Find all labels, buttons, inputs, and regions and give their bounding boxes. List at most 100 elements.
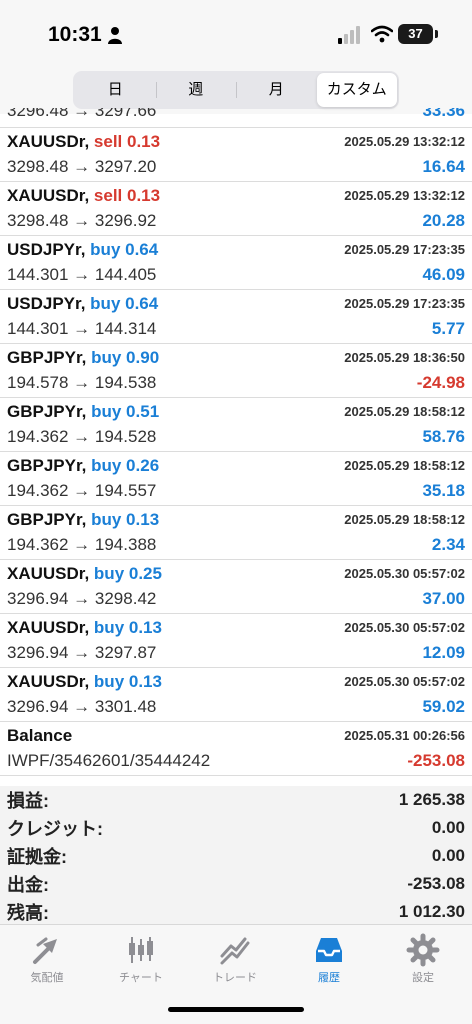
trade-row[interactable]: GBPJPYr, buy 0.51 2025.05.29 18:58:12 194.… <box>0 398 472 452</box>
trade-profit: 58.76 <box>422 427 465 446</box>
segment-custom[interactable]: カスタム <box>316 73 397 107</box>
trade-prices: IWPF/35462601/35444242 <box>7 751 211 770</box>
trade-row[interactable]: XAUUSDr, buy 0.25 2025.05.30 05:57:02 3296… <box>0 560 472 614</box>
tab-label: チャート <box>119 972 163 984</box>
trade-symbol: GBPJPYr, buy 0.13 <box>7 510 159 530</box>
trade-time: 2025.05.29 17:23:35 <box>344 296 465 311</box>
trade-row[interactable]: USDJPYr, buy 0.64 2025.05.29 17:23:35 144.… <box>0 290 472 344</box>
trade-row[interactable]: GBPJPYr, buy 0.13 2025.05.29 18:58:12 194.… <box>0 506 472 560</box>
trade-side-volume: buy 0.64 <box>90 240 159 259</box>
quotes-icon <box>33 937 57 964</box>
trade-side-volume: buy 0.64 <box>90 294 159 313</box>
tab-label: 履歴 <box>318 972 340 984</box>
trade-row[interactable]: GBPJPYr, buy 0.90 2025.05.29 18:36:50 194.… <box>0 344 472 398</box>
trade-profit: 20.28 <box>422 211 465 230</box>
trade-time: 2025.05.30 05:57:02 <box>344 674 465 689</box>
summary-value: 1 012.30 <box>398 902 465 921</box>
trade-symbol: USDJPYr, buy 0.64 <box>7 240 158 260</box>
symbol-name: XAUUSDr, <box>7 618 90 637</box>
trade-time: 2025.05.31 00:26:56 <box>344 728 465 743</box>
trade-row[interactable]: GBPJPYr, buy 0.26 2025.05.29 18:58:12 194.… <box>0 452 472 506</box>
trade-row[interactable]: XAUUSDr, buy 0.13 2025.05.30 05:57:02 3296… <box>0 614 472 668</box>
trade-symbol: USDJPYr, buy 0.64 <box>7 294 158 314</box>
symbol-name: USDJPYr, <box>7 240 86 259</box>
trade-symbol: XAUUSDr, sell 0.13 <box>7 132 160 152</box>
trade-side-volume: sell 0.13 <box>93 186 161 205</box>
summary-row: 損益: 1 265.38 <box>0 786 472 814</box>
tab-label: トレード <box>213 972 257 984</box>
trade-symbol: XAUUSDr, buy 0.13 <box>7 672 162 692</box>
trade-prices: 3296.48 → 3297.66 <box>7 108 157 120</box>
home-indicator[interactable] <box>168 1007 304 1012</box>
summary-label: クレジット: <box>7 819 103 839</box>
trade-profit: -24.98 <box>416 373 465 392</box>
trade-prices: 194.362 → 194.528 <box>7 427 157 446</box>
chart-icon <box>129 937 153 963</box>
trade-row[interactable]: XAUUSDr, sell 0.13 2025.05.29 13:32:12 329… <box>0 128 472 182</box>
summary-row: 残高: 1 012.30 <box>0 898 472 926</box>
trade-prices: 3298.48 → 3296.92 <box>7 211 157 230</box>
tab-trade[interactable]: トレード <box>188 933 282 985</box>
trade-row[interactable]: XAUUSDr, buy 0.13 2025.05.30 05:57:02 3296… <box>0 668 472 722</box>
status-bar: 10:31 37 <box>0 0 472 62</box>
symbol-name: XAUUSDr, <box>7 672 90 691</box>
trade-prices: 3296.94 → 3297.87 <box>7 643 157 662</box>
trade-prices: 3296.94 → 3301.48 <box>7 697 157 716</box>
trade-symbol: XAUUSDr, buy 0.13 <box>7 618 162 638</box>
settings-icon <box>406 933 440 967</box>
tab-history[interactable]: 履歴 <box>282 933 376 985</box>
trade-time: 2025.05.30 05:57:02 <box>344 620 465 635</box>
tab-chart[interactable]: チャート <box>94 933 188 985</box>
account-summary: 損益: 1 265.38 クレジット: 0.00 証拠金: 0.00 出金: -253.08 残… <box>0 786 472 924</box>
summary-row: クレジット: 0.00 <box>0 814 472 842</box>
status-time: 10:31 <box>48 23 102 46</box>
trade-time: 2025.05.29 13:32:12 <box>344 188 465 203</box>
trade-icon <box>220 937 250 965</box>
trade-row[interactable]: USDJPYr, buy 0.64 2025.05.29 17:23:35 144.… <box>0 236 472 290</box>
tab-settings[interactable]: 設定 <box>376 933 470 985</box>
summary-row: 出金: -253.08 <box>0 870 472 898</box>
trade-symbol: XAUUSDr, buy 0.25 <box>7 564 162 584</box>
trade-profit: 2.34 <box>431 535 465 554</box>
person-icon <box>108 27 122 44</box>
trade-symbol: XAUUSDr, sell 0.13 <box>7 186 160 206</box>
balance-row[interactable]: Balance 2025.05.31 00:26:56 IWPF/35462601/… <box>0 722 472 776</box>
summary-row: 証拠金: 0.00 <box>0 842 472 870</box>
trade-profit: -253.08 <box>407 751 465 770</box>
symbol-name: XAUUSDr, <box>7 186 90 205</box>
trade-symbol: GBPJPYr, buy 0.51 <box>7 402 159 422</box>
trade-profit: 46.09 <box>422 265 465 284</box>
trade-prices: 194.362 → 194.388 <box>7 535 157 554</box>
trade-profit: 16.64 <box>422 157 465 176</box>
summary-value: -253.08 <box>407 874 465 893</box>
trade-side-volume: buy 0.13 <box>93 618 162 637</box>
summary-value: 0.00 <box>431 818 465 837</box>
trade-time: 2025.05.29 18:36:50 <box>344 350 465 365</box>
summary-label: 証拠金: <box>7 847 67 867</box>
trade-row[interactable]: 3296.48 → 3297.66 33.36 <box>0 108 472 128</box>
tab-quotes[interactable]: 気配値 <box>0 933 94 985</box>
symbol-name: XAUUSDr, <box>7 132 90 151</box>
trade-side-volume: buy 0.13 <box>91 510 160 529</box>
trade-prices: 194.362 → 194.557 <box>7 481 157 500</box>
segment-week[interactable]: 週 <box>155 73 237 107</box>
trade-prices: 144.301 → 144.314 <box>7 319 157 338</box>
trade-time: 2025.05.29 13:32:12 <box>344 134 465 149</box>
cellular-signal-icon <box>338 26 360 44</box>
trade-symbol: GBPJPYr, buy 0.90 <box>7 348 159 368</box>
trade-time: 2025.05.29 17:23:35 <box>344 242 465 257</box>
trade-profit: 37.00 <box>422 589 465 608</box>
period-segmented-control: 日 週 月 カスタム <box>73 71 399 109</box>
trade-time: 2025.05.29 18:58:12 <box>344 458 465 473</box>
history-icon <box>316 938 342 962</box>
trade-symbol: GBPJPYr, buy 0.26 <box>7 456 159 476</box>
history-list[interactable]: 3296.48 → 3297.66 33.36 XAUUSDr, sell 0.13… <box>0 108 472 780</box>
trade-row[interactable]: XAUUSDr, sell 0.13 2025.05.29 13:32:12 329… <box>0 182 472 236</box>
segment-month[interactable]: 月 <box>236 73 317 107</box>
trade-profit: 35.18 <box>422 481 465 500</box>
segment-day[interactable]: 日 <box>75 73 156 107</box>
wifi-icon <box>371 25 393 43</box>
trade-time: 2025.05.29 18:58:12 <box>344 512 465 527</box>
summary-label: 出金: <box>7 875 49 895</box>
summary-label: 残高: <box>7 903 49 923</box>
